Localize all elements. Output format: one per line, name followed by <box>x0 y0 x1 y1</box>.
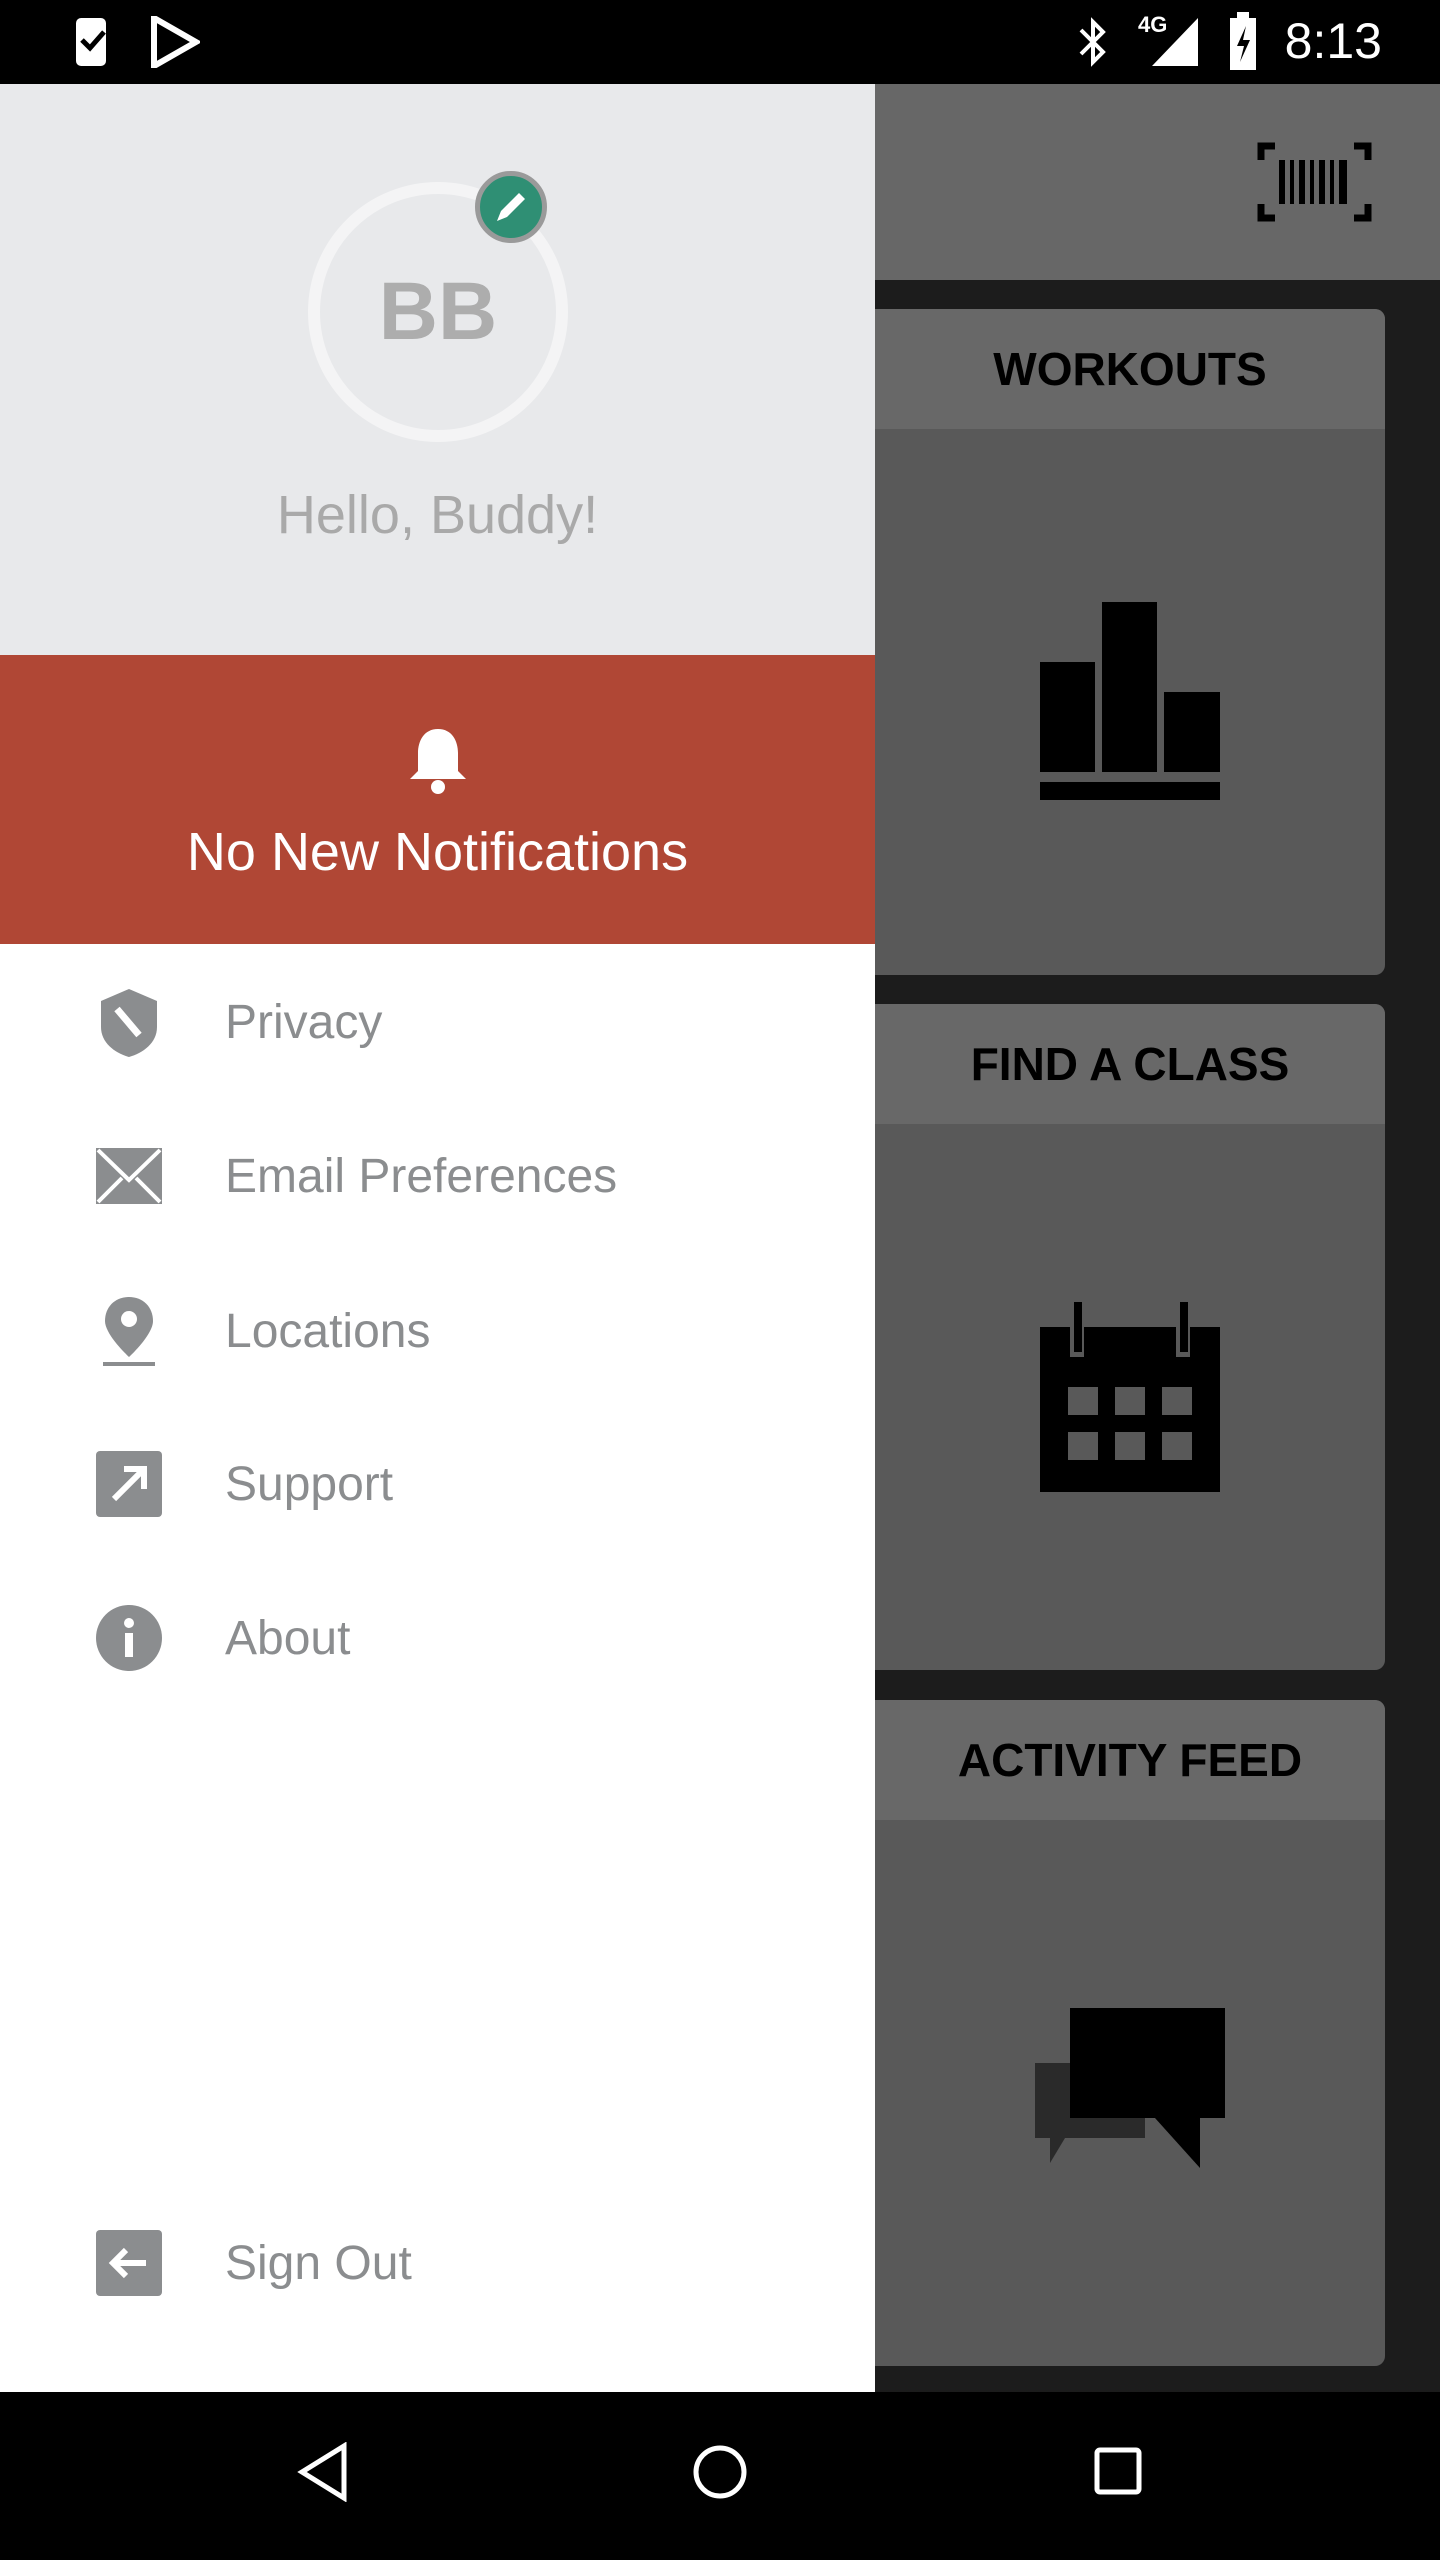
signal-icon <box>1152 18 1198 66</box>
menu-item-support[interactable]: Support <box>0 1409 875 1559</box>
toolbar <box>875 84 1440 280</box>
recents-icon[interactable] <box>1093 2446 1143 2496</box>
info-icon <box>96 1605 162 1671</box>
barcode-icon[interactable] <box>1257 142 1372 222</box>
menu-item-email-preferences[interactable]: Email Preferences <box>0 1101 875 1251</box>
pencil-icon <box>497 193 525 221</box>
external-link-icon <box>96 1451 162 1517</box>
activity-feed-card[interactable]: ACTIVITY FEED <box>875 1700 1385 2366</box>
clock: 8:13 <box>1284 13 1382 69</box>
task-icon <box>76 18 106 66</box>
calendar-icon <box>1040 1302 1220 1492</box>
notifications-text: No New Notifications <box>186 822 689 882</box>
find-a-class-card[interactable]: FIND A CLASS <box>875 1004 1385 1670</box>
edit-profile-button[interactable] <box>475 171 547 243</box>
menu-item-locations[interactable]: Locations <box>0 1256 875 1406</box>
location-pin-icon <box>103 1297 155 1366</box>
card-title: FIND A CLASS <box>875 1004 1385 1124</box>
sign-out-label: Sign Out <box>225 2236 412 2290</box>
workouts-card[interactable]: WORKOUTS <box>875 309 1385 975</box>
bell-icon <box>410 729 466 794</box>
bluetooth-icon <box>1079 17 1106 67</box>
card-title: WORKOUTS <box>875 309 1385 429</box>
envelope-icon <box>96 1148 162 1204</box>
menu-item-about[interactable]: About <box>0 1563 875 1713</box>
status-bar: 4G 8:13 <box>0 0 1440 84</box>
menu-item-privacy[interactable]: Privacy <box>0 947 875 1097</box>
sign-out-button[interactable]: Sign Out <box>0 2188 875 2338</box>
card-title: ACTIVITY FEED <box>875 1700 1385 1820</box>
menu-item-label: Locations <box>225 1304 431 1358</box>
menu-item-label: Support <box>225 1457 394 1511</box>
greeting: Hello, Buddy! <box>276 485 599 545</box>
play-store-icon <box>151 16 200 68</box>
back-icon[interactable] <box>296 2442 350 2502</box>
system-nav-bar <box>0 2392 1440 2560</box>
home-icon[interactable] <box>692 2444 748 2500</box>
menu-item-label: Email Preferences <box>225 1149 618 1203</box>
bar-chart-icon <box>1040 602 1220 800</box>
navigation-drawer: BB Hello, Buddy! No New Notifications Pr… <box>0 84 875 2392</box>
profile-header: BB Hello, Buddy! <box>0 84 875 655</box>
menu-item-label: About <box>225 1611 351 1665</box>
shield-icon <box>101 989 157 1057</box>
notifications-banner[interactable]: No New Notifications <box>0 655 875 944</box>
sign-out-icon <box>96 2230 162 2296</box>
menu-item-label: Privacy <box>225 995 383 1049</box>
chat-icon <box>1035 2008 1225 2168</box>
battery-charging-icon <box>1230 12 1256 70</box>
